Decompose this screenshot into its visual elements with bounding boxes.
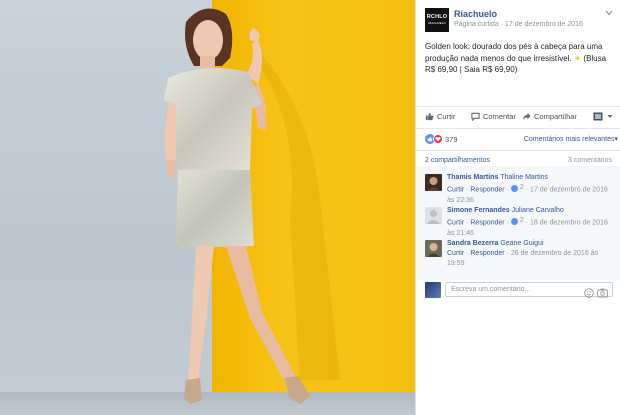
comment-tag[interactable]: Geane Guigui [500,240,543,247]
post-actions: Curtir Comentar Compartilhar [425,112,613,124]
comment-tag[interactable]: Juliane Carvalho [512,207,564,214]
camera-icon[interactable] [597,285,608,303]
like-count-value: 2 [519,184,524,191]
thumbs-up-icon [425,112,434,121]
dot-separator: · [466,186,469,194]
page-logo-sub: RIACHUELO [428,21,446,25]
page-name[interactable]: Riachuelo [454,9,497,19]
post-photo[interactable] [0,0,415,415]
page-audience-icon [593,112,604,121]
divider [416,150,620,151]
like-button[interactable]: Curtir [425,112,455,121]
dot-separator: · [525,219,529,227]
comment-reply-link[interactable]: Responder [470,250,504,257]
comment-body: Simone Fernandes Juliane Carvalho Curtir… [447,206,613,239]
post-meta: Página curtida · 17 de dezembro de 2016 [454,21,583,28]
share-button[interactable]: Compartilhar [522,112,577,121]
comment-like-link[interactable]: Curtir [447,250,464,257]
comment-reply-link[interactable]: Responder [470,187,504,194]
shares-count[interactable]: 2 compartilhamentos [425,157,490,164]
comment-label: Comentar [483,112,516,121]
comment-sort-dropdown[interactable]: Comentários mais relevantes▾ [524,135,618,143]
comment-author[interactable]: Sandra Bezerra [447,240,498,247]
dot-separator: · [506,250,509,257]
like-label: Curtir [437,112,456,121]
comment-sort-label: Comentários mais relevantes [523,136,615,143]
avatar [425,282,441,298]
speech-bubble-icon [471,112,480,121]
sun-emoji-icon: ☀ [574,53,582,63]
comment-tag[interactable]: Thaline Martins [500,174,548,181]
audience-selector[interactable] [593,112,613,121]
comment-like-link[interactable]: Curtir [447,187,464,194]
chevron-down-icon [607,114,613,119]
avatar[interactable] [425,207,442,224]
post-side-panel: RCHLO RIACHUELO Riachuelo Página curtida… [415,0,620,415]
post-category: Página curtida [454,21,499,28]
like-reaction-icon [510,217,518,225]
avatar[interactable] [425,174,442,191]
reaction-count: 379 [445,135,458,144]
like-reaction-icon [510,184,518,192]
comment-placeholder: Escreva um comentário... [451,286,531,293]
comments-list: Thamis Martins Thaline Martins Curtir · … [416,166,620,280]
dot-separator: · [466,250,469,257]
meta-separator: · [500,21,504,28]
dot-separator: · [466,219,469,227]
comments-count[interactable]: 3 comentários [568,157,612,164]
dot-separator: · [506,219,509,227]
emoji-icon[interactable] [584,285,594,303]
reactions-bar[interactable]: 379 Comentários mais relevantes▾ [425,134,618,146]
dot-separator: · [506,186,509,194]
comment-composer: Escreva um comentário... [425,282,613,298]
post-date[interactable]: 17 de dezembro de 2016 [505,21,583,28]
dot-separator: · [525,186,529,194]
chevron-down-icon[interactable] [605,9,613,18]
post-text: Golden look: dourado dos pés à cabeça pa… [425,41,613,76]
comment-input[interactable]: Escreva um comentário... [445,282,613,298]
page-avatar[interactable]: RCHLO RIACHUELO [425,8,449,32]
divider [416,106,620,107]
comment-button[interactable]: Comentar [471,112,516,121]
comment-body: Thamis Martins Thaline Martins Curtir · … [447,173,613,206]
like-count-value: 2 [519,217,524,224]
model-figure [164,8,340,404]
share-arrow-icon [522,112,531,121]
share-label: Compartilhar [534,112,577,121]
divider [416,128,620,129]
post-header: RCHLO RIACHUELO Riachuelo Página curtida… [425,8,613,34]
comment-reply-link[interactable]: Responder [470,220,504,227]
caret-down-icon: ▾ [614,136,618,143]
comment-like-link[interactable]: Curtir [447,220,464,227]
comment-like-count[interactable]: 2 [510,216,524,226]
comment-author[interactable]: Thamis Martins [447,174,498,181]
comment-like-count[interactable]: 2 [510,183,524,193]
love-reaction-icon [433,134,443,144]
comment-body: Sandra Bezerra Geane Guigui Curtir · Res… [447,239,613,269]
avatar[interactable] [425,240,442,257]
comment-author[interactable]: Simone Fernandes [447,207,510,214]
